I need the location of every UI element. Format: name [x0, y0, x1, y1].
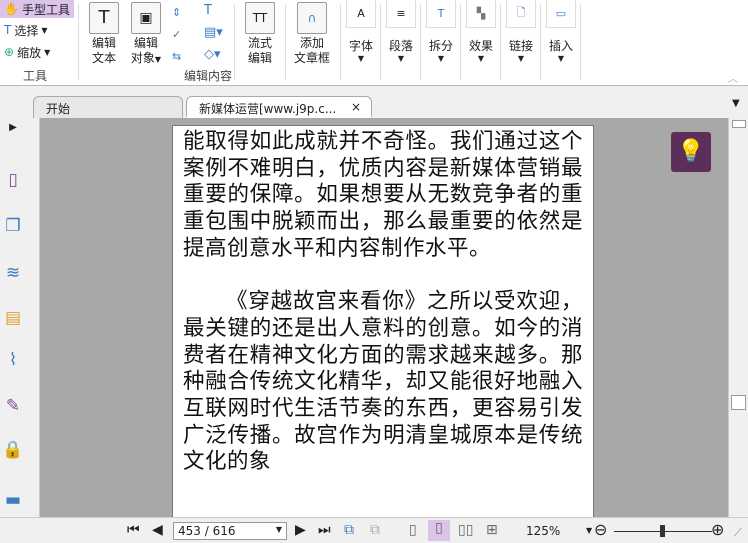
document-page: 能取得如此成就并不奇怪。我们通过这个案例不难明白，优质内容是新媒体营销最重要的保… — [172, 125, 594, 517]
chevron-down-icon: ▼ — [275, 525, 282, 534]
page-number-input[interactable]: 453 / 616 ▼ — [173, 522, 287, 540]
zoom-dropdown-icon[interactable]: ▼ — [586, 526, 592, 535]
tab-list-dropdown-icon[interactable]: ▼ — [732, 98, 740, 109]
chevron-down-icon: ▼ — [477, 54, 485, 63]
insert-icon: ▭ — [555, 7, 567, 20]
font-icon: A — [357, 7, 365, 20]
link-icon: 🗋 — [516, 6, 526, 19]
article-frame-icon: ∩ — [297, 2, 327, 34]
line-spacing-icon[interactable]: ⇕ — [172, 2, 181, 24]
chevron-down-icon: ▼ — [517, 54, 525, 63]
next-page-button[interactable]: ▶ — [295, 522, 306, 538]
paragraph: 《穿越故宫来看你》之所以受欢迎，最关键的还是出人意料的创意。如今的消费者在精神文… — [183, 289, 583, 475]
zoom-tool-button[interactable]: ⊕ 缩放 ▼ — [0, 43, 54, 61]
divider — [285, 4, 286, 80]
layers-icon[interactable]: ≋ — [2, 263, 24, 285]
left-sidebar: ▶ ▯ ❐ ≋ ▤ ⌇ ✎ 🔒 ▬ — [0, 118, 40, 517]
chevron-down-icon: ▼ — [437, 54, 445, 63]
edit-text-icon: T — [89, 2, 119, 34]
expand-panel-icon[interactable]: ▶ — [2, 122, 24, 144]
collapse-ribbon-icon[interactable]: ︿ — [728, 70, 738, 85]
zoom-out-button[interactable]: ⊖ — [594, 520, 607, 539]
effects-icon: ▚ — [476, 7, 486, 20]
continuous-view-button[interactable]: ▯ — [428, 520, 450, 541]
tab-document[interactable]: 新媒体运营[www.j9p.c... × — [186, 96, 372, 118]
group-label-tools: 工具 — [23, 69, 48, 83]
close-icon[interactable]: × — [351, 100, 361, 114]
edit-object-button[interactable]: ▣ 编辑 对象▼ — [126, 2, 166, 67]
small-edit-icons: ⇕ ✓ ⇆ — [172, 2, 181, 68]
add-article-frame-button[interactable]: ∩ 添加 文章框 — [292, 2, 332, 66]
edit-object-icon: ▣ — [131, 2, 161, 34]
lightbulb-tips-button[interactable]: 💡 — [671, 132, 711, 172]
scrollbar-thumb[interactable] — [731, 395, 746, 410]
zoom-icon: ⊕ — [4, 45, 15, 59]
single-page-view-button[interactable]: ▯ — [409, 522, 417, 538]
resize-grip-icon[interactable]: ⟋ — [734, 526, 742, 540]
add-text-icon[interactable]: T — [204, 0, 223, 22]
divider — [580, 4, 581, 80]
ribbon: ✋ 手型工具 T 选择 ▼ ⊕ 缩放 ▼ 工具 T 编辑 文本 ▣ 编辑 对象▼ ⇕ ✓ ⇆ T ▤▾ ◇… — [0, 0, 748, 86]
scroll-top-split[interactable] — [732, 120, 746, 128]
zoom-slider-thumb[interactable] — [660, 525, 665, 537]
hand-tool-button[interactable]: ✋ 手型工具 — [0, 0, 74, 18]
tab-start[interactable]: 开始 — [33, 96, 183, 118]
next-view-button[interactable]: ⧉ — [370, 522, 380, 538]
last-page-button[interactable]: ⏭ — [318, 522, 331, 538]
continuous-facing-view-button[interactable]: ⊞ — [486, 522, 498, 538]
tab-bar: 开始 新媒体运营[www.j9p.c... × ▼ — [0, 86, 748, 118]
spellcheck-icon[interactable]: ✓ — [172, 24, 181, 46]
document-area: 能取得如此成就并不奇怪。我们通过这个案例不难明白，优质内容是新媒体营销最重要的保… — [40, 118, 728, 517]
divider — [234, 4, 235, 80]
vertical-scrollbar[interactable] — [728, 118, 748, 517]
facing-view-button[interactable]: ▯▯ — [458, 522, 473, 538]
link-button[interactable]: 🗋 — [506, 0, 536, 28]
chevron-down-icon: ▼ — [557, 54, 565, 63]
chevron-down-icon: ▼ — [41, 25, 48, 35]
edit-text-button[interactable]: T 编辑 文本 — [88, 2, 120, 66]
chevron-down-icon: ▼ — [44, 47, 51, 57]
select-tool-button[interactable]: T 选择 ▼ — [0, 21, 52, 39]
security-lock-icon[interactable]: 🔒 — [2, 440, 24, 462]
font-button[interactable]: A — [346, 0, 376, 28]
divider — [78, 4, 79, 80]
insert-button[interactable]: ▭ — [546, 0, 576, 28]
effects-button[interactable]: ▚ — [466, 0, 496, 28]
text-select-icon: T — [4, 23, 12, 37]
chevron-down-icon: ▼ — [154, 55, 162, 64]
flow-edit-button[interactable]: TT 流式 编辑 — [242, 2, 278, 66]
paragraph-button[interactable]: ≡ — [386, 0, 416, 28]
replace-icon[interactable]: ⇆ — [172, 46, 181, 68]
attachment-icon[interactable]: ⌇ — [2, 350, 24, 372]
pages-thumbnail-icon[interactable]: ❐ — [2, 216, 24, 238]
zoom-in-button[interactable]: ⊕ — [711, 520, 724, 539]
split-button[interactable]: T — [426, 0, 456, 28]
content-icon[interactable]: ▬ — [2, 490, 24, 512]
chevron-down-icon: ▼ — [397, 54, 405, 63]
previous-page-button[interactable]: ◀ — [152, 522, 163, 538]
insert-small-icons: T ▤▾ ◇▾ — [204, 0, 223, 66]
chevron-down-icon: ▼ — [357, 54, 365, 63]
flow-edit-icon: TT — [245, 2, 275, 34]
shape-icon[interactable]: ◇▾ — [204, 44, 223, 66]
add-image-icon[interactable]: ▤▾ — [204, 22, 223, 44]
signature-icon[interactable]: ✎ — [2, 396, 24, 418]
bookmark-icon[interactable]: ▯ — [2, 170, 24, 192]
split-icon: T — [437, 7, 445, 20]
lightbulb-icon: 💡 — [677, 139, 705, 164]
status-bar: ⏮ ◀ 453 / 616 ▼ ▶ ⏭ ⧉ ⧉ ▯ ▯ ▯▯ ⊞ 125% ▼ ⊖… — [0, 517, 748, 543]
paragraph: 能取得如此成就并不奇怪。我们通过这个案例不难明白，优质内容是新媒体营销最重要的保… — [183, 129, 583, 261]
previous-view-button[interactable]: ⧉ — [344, 522, 354, 538]
paragraph-icon: ≡ — [396, 7, 406, 20]
group-label-edit-content: 编辑内容 — [184, 69, 233, 83]
first-page-button[interactable]: ⏮ — [127, 522, 140, 538]
zoom-level[interactable]: 125% — [526, 524, 560, 538]
hand-icon: ✋ — [4, 2, 19, 16]
comments-icon[interactable]: ▤ — [2, 308, 24, 330]
